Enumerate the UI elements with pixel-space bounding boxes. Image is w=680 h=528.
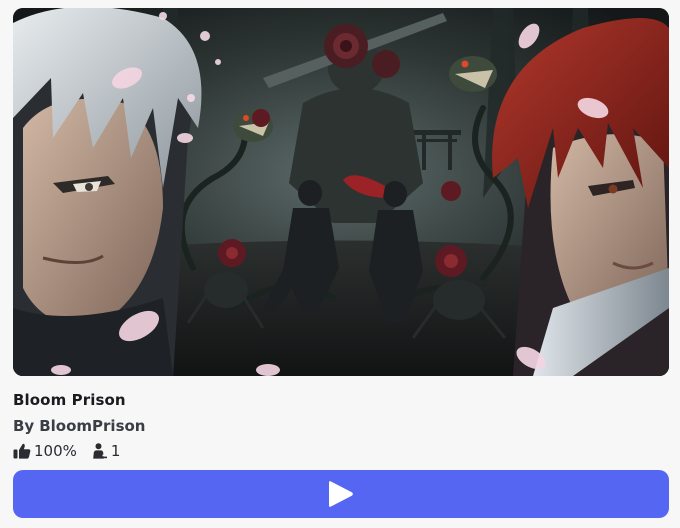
creator-name[interactable]: BloomPrison (39, 417, 145, 435)
experience-title[interactable]: Bloom Prison (13, 391, 126, 409)
player-count-value: 1 (110, 442, 121, 460)
thumbnail-artwork (13, 8, 669, 376)
creator-line[interactable]: By BloomPrison (13, 417, 145, 435)
play-icon (329, 481, 353, 507)
experience-stats: 100% 1 (13, 441, 120, 461)
experience-card[interactable]: Bloom Prison By BloomPrison 100% 1 (0, 0, 680, 528)
like-ratio-value: 100% (34, 442, 77, 460)
player-icon (93, 443, 107, 459)
thumbs-up-icon (13, 443, 31, 459)
player-count-stat: 1 (92, 442, 121, 460)
game-thumbnail[interactable] (13, 8, 669, 376)
creator-prefix: By (13, 417, 35, 435)
like-ratio-stat: 100% (13, 442, 77, 460)
play-button[interactable] (13, 470, 669, 518)
